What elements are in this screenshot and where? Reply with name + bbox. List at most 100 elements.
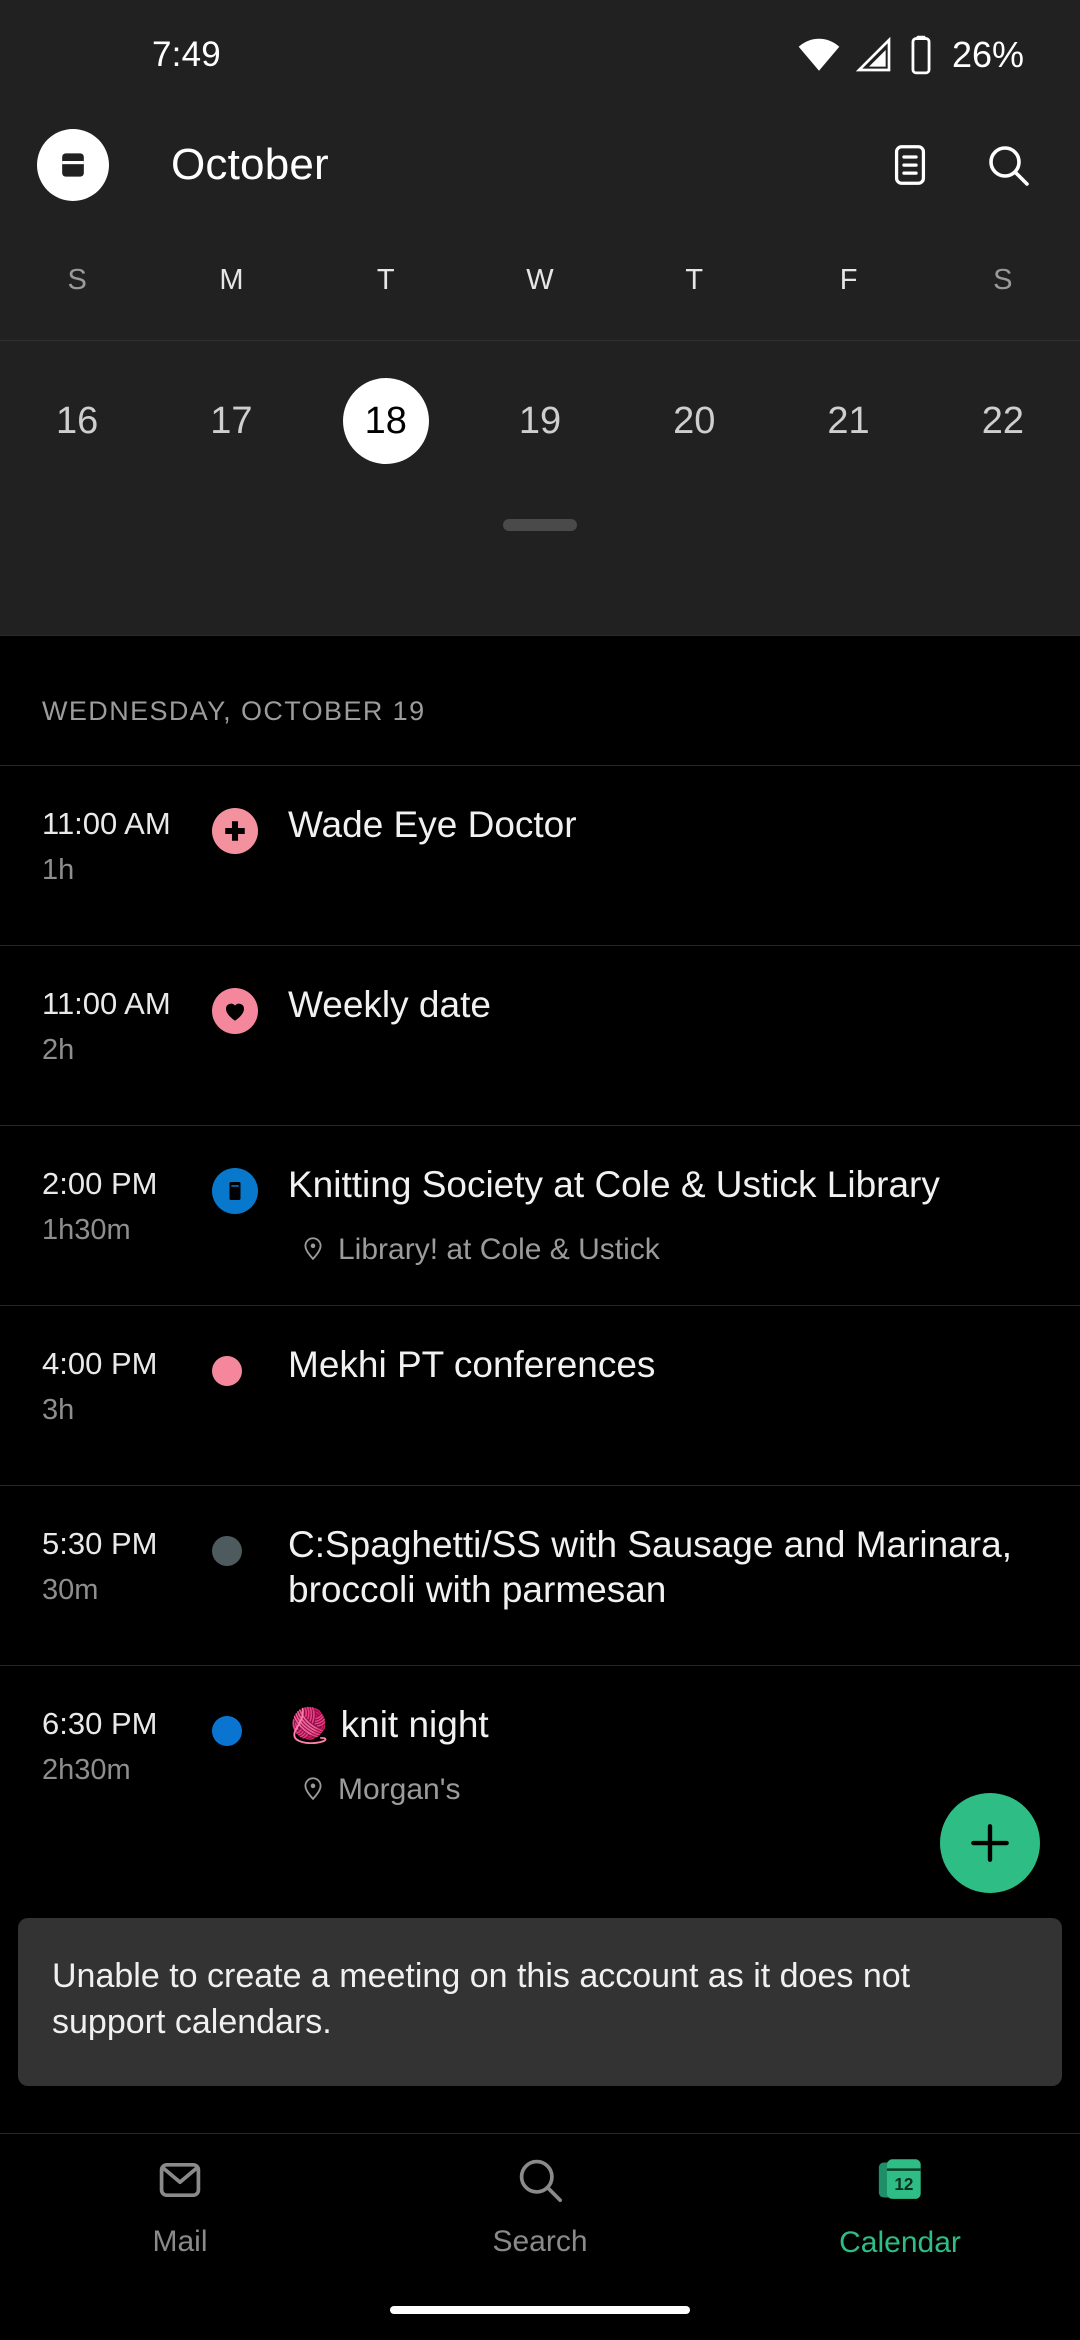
event-title: C:Spaghetti/SS with Sausage and Marinara… [288,1524,1012,1611]
event-duration: 3h [42,1393,75,1426]
event-color-dot [212,1536,242,1566]
event-title: Mekhi PT conferences [288,1344,656,1385]
agenda-list[interactable]: WEDNESDAY, OCTOBER 19 11:00 AM 1h Wade E… [0,635,1080,2340]
date-number: 17 [210,399,253,442]
date-row: 16 17 18 19 20 21 22 [0,341,1080,501]
agenda-view-icon[interactable] [886,141,934,189]
dow-label-4: T [685,263,704,296]
date-number: 19 [518,399,562,442]
date-cell-20[interactable]: 20 [617,378,771,464]
dow-label-0: S [67,263,87,296]
svg-text:12: 12 [894,2174,913,2193]
event-title: Knitting Society at Cole & Ustick Librar… [288,1164,940,1205]
nav-label-search: Search [492,2224,588,2258]
event-marker [212,802,288,909]
plus-icon [971,1824,1009,1862]
dow-label-5: F [839,263,858,296]
event-title: Weekly date [288,984,491,1025]
map-pin-icon [300,1235,326,1266]
event-duration: 2h [42,1033,75,1066]
event-title-with-emoji: 🧶 knit night [288,1702,1040,1747]
nav-item-search[interactable]: Search [360,2154,720,2259]
drag-handle[interactable] [503,519,577,531]
nav-item-mail[interactable]: Mail [0,2154,360,2259]
event-location-text: Morgan's [338,1773,461,1807]
event-start-time: 11:00 AM [42,986,171,1021]
week-strip[interactable]: S M T W T F S 16 17 18 19 20 21 22 [0,220,1080,635]
create-event-fab[interactable] [940,1793,1040,1893]
search-icon [514,2154,566,2211]
event-marker [212,982,288,1089]
book-icon [212,1168,258,1214]
agenda-event-row[interactable]: 6:30 PM 2h30m 🧶 knit night Morgan's [0,1665,1080,1845]
date-number: 16 [56,399,99,442]
agenda-event-row[interactable]: 11:00 AM 2h Weekly date [0,945,1080,1125]
date-number-selected: 18 [342,378,429,464]
page-title: October [171,140,329,189]
agenda-event-row[interactable]: 4:00 PM 3h Mekhi PT conferences [0,1305,1080,1485]
medical-cross-icon [212,808,258,854]
dow-label-1: M [219,263,244,296]
nav-item-calendar[interactable]: 12 Calendar [720,2153,1080,2260]
mail-icon [154,2154,206,2211]
event-start-time: 4:00 PM [42,1346,158,1381]
wifi-icon [798,34,840,76]
date-number: 22 [981,399,1024,442]
date-cell-21[interactable]: 21 [771,378,925,464]
agenda-event-row[interactable]: 2:00 PM 1h30m Knitting Society at Cole &… [0,1125,1080,1305]
event-start-time: 6:30 PM [42,1706,158,1741]
yarn-ball-icon: 🧶 [288,1707,331,1745]
date-cell-22[interactable]: 22 [926,378,1080,464]
snackbar-message: Unable to create a meeting on this accou… [52,1957,911,2041]
event-time-block: 4:00 PM 3h [42,1342,212,1449]
event-time-block: 2:00 PM 1h30m [42,1162,212,1269]
search-icon[interactable] [984,141,1032,189]
status-bar: 7:49 26% [0,0,1080,110]
event-duration: 30m [42,1573,99,1606]
agenda-event-row[interactable]: 11:00 AM 1h Wade Eye Doctor [0,765,1080,945]
status-icons: 26% [798,34,1024,76]
event-duration: 1h30m [42,1213,131,1246]
date-cell-18-selected[interactable]: 18 [309,378,463,464]
event-location-text: Library! at Cole & Ustick [338,1233,660,1267]
day-of-week-row: S M T W T F S [0,220,1080,340]
heart-icon [212,988,258,1034]
event-time-block: 6:30 PM 2h30m [42,1702,212,1809]
event-marker [212,1342,288,1449]
event-title: knit night [340,1704,489,1745]
battery-percent: 26% [951,34,1024,75]
event-marker [212,1162,288,1269]
event-start-time: 5:30 PM [42,1526,158,1561]
event-title: Wade Eye Doctor [288,804,577,845]
event-body: Mekhi PT conferences [288,1342,1040,1449]
event-body: Wade Eye Doctor [288,802,1040,909]
header-actions [886,141,1032,189]
date-cell-19[interactable]: 19 [463,378,617,464]
gesture-navigation-bar[interactable] [390,2306,690,2314]
event-body: 🧶 knit night Morgan's [288,1702,1040,1809]
event-duration: 2h30m [42,1753,131,1786]
app-header: October [0,110,1080,220]
event-location: Library! at Cole & Ustick [288,1233,1040,1267]
event-marker [212,1522,288,1629]
event-start-time: 2:00 PM [42,1166,158,1201]
cell-signal-icon [854,34,894,76]
phone-screen: 7:49 26% October S M T W T F S 16 17 18 … [0,0,1080,2340]
date-number: 20 [673,399,716,442]
account-drawer-icon[interactable] [37,129,109,201]
dow-label-6: S [993,263,1013,296]
date-number: 21 [827,399,870,442]
bottom-navigation: Mail Search 12 Calendar [0,2133,1080,2278]
date-cell-17[interactable]: 17 [154,378,308,464]
battery-icon [908,34,934,76]
snackbar[interactable]: Unable to create a meeting on this accou… [18,1918,1062,2086]
event-start-time: 11:00 AM [42,806,171,841]
map-pin-icon [300,1775,326,1806]
date-cell-16[interactable]: 16 [0,378,154,464]
event-body: Weekly date [288,982,1040,1089]
event-body: Knitting Society at Cole & Ustick Librar… [288,1162,1040,1269]
event-time-block: 11:00 AM 1h [42,802,212,909]
agenda-event-row[interactable]: 5:30 PM 30m C:Spaghetti/SS with Sausage … [0,1485,1080,1665]
dow-label-3: W [526,263,554,296]
event-body: C:Spaghetti/SS with Sausage and Marinara… [288,1522,1040,1629]
